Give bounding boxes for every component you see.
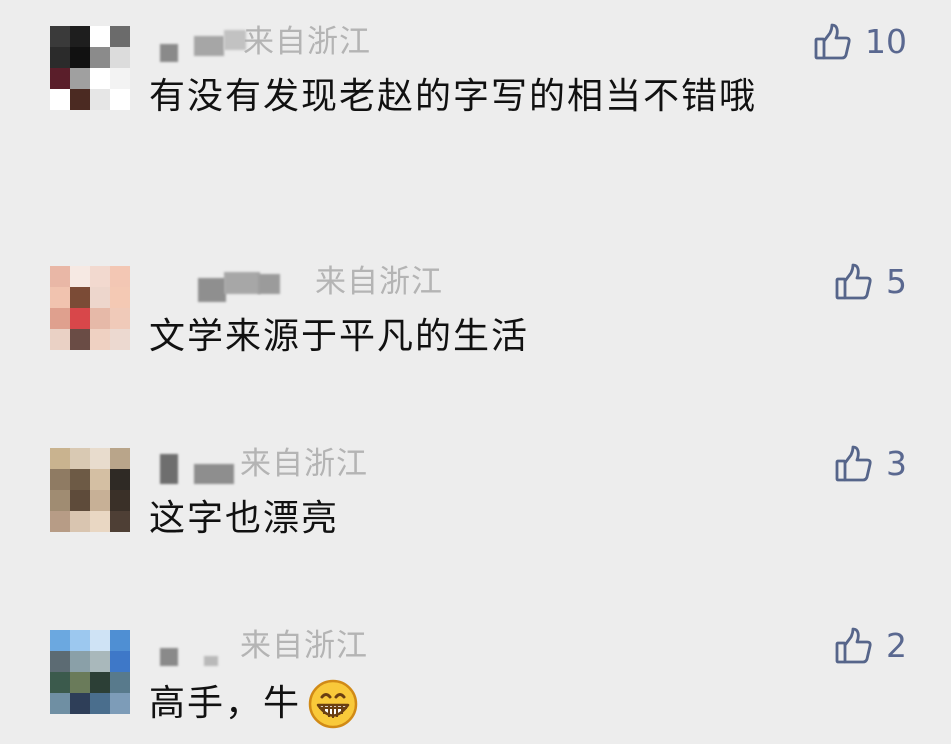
- avatar-pixel: [90, 89, 110, 110]
- avatar-pixel: [70, 329, 90, 350]
- avatar-pixel: [110, 47, 130, 68]
- comment-text-content: 这字也漂亮: [149, 498, 340, 539]
- thumbs-up-icon: [814, 23, 851, 60]
- avatar-pixel: [70, 266, 90, 287]
- avatar-pixel: [50, 266, 70, 287]
- avatar[interactable]: [50, 630, 130, 714]
- avatar-pixel: [110, 490, 130, 511]
- avatar-pixel: [90, 308, 110, 329]
- avatar-pixel: [70, 651, 90, 672]
- avatar-pixel: [50, 490, 70, 511]
- avatar-pixel: [110, 511, 130, 532]
- avatar-pixel: [110, 266, 130, 287]
- avatar-pixel: [50, 68, 70, 89]
- avatar-pixel: [90, 266, 110, 287]
- avatar-pixel: [70, 672, 90, 693]
- avatar-pixel: [70, 490, 90, 511]
- avatar-pixel: [90, 329, 110, 350]
- comment-text: 这字也漂亮: [149, 496, 339, 542]
- avatar-pixel: [50, 287, 70, 308]
- avatar-pixel: [90, 672, 110, 693]
- avatar-pixel: [110, 287, 130, 308]
- like-count: 3: [886, 444, 907, 483]
- avatar[interactable]: [50, 448, 130, 532]
- avatar-pixel: [90, 490, 110, 511]
- avatar-pixel: [110, 693, 130, 714]
- comment-text: 文学来源于平凡的生活: [149, 314, 529, 360]
- thumbs-up-icon: [835, 627, 872, 664]
- avatar-pixel: [90, 287, 110, 308]
- grinning-face-emoji-icon: [308, 679, 358, 729]
- location-label: 来自浙江: [243, 24, 371, 60]
- avatar-pixel: [110, 469, 130, 490]
- avatar-pixel: [90, 26, 110, 47]
- avatar-pixel: [90, 469, 110, 490]
- comment-text-content: 高手，牛: [149, 683, 302, 724]
- avatar-pixel: [110, 630, 130, 651]
- avatar-pixel: [110, 26, 130, 47]
- comment-text-content: 有没有发现老赵的字写的相当不错哦: [149, 76, 758, 117]
- avatar-pixel: [70, 448, 90, 469]
- like-button[interactable]: 2: [834, 626, 907, 666]
- avatar-pixel: [70, 630, 90, 651]
- like-button[interactable]: 10: [813, 22, 907, 62]
- like-count: 2: [886, 626, 907, 665]
- location-label: 来自浙江: [240, 628, 368, 664]
- avatar-pixel: [90, 68, 110, 89]
- avatar-pixel: [50, 47, 70, 68]
- avatar-pixel: [110, 89, 130, 110]
- avatar[interactable]: [50, 266, 130, 350]
- avatar-pixel: [110, 448, 130, 469]
- avatar-pixel: [110, 651, 130, 672]
- avatar-pixel: [50, 672, 70, 693]
- avatar-pixel: [50, 329, 70, 350]
- avatar-pixel: [70, 26, 90, 47]
- like-button[interactable]: 5: [834, 262, 907, 302]
- avatar-pixel: [110, 329, 130, 350]
- avatar-pixel: [90, 651, 110, 672]
- like-count: 5: [886, 262, 907, 301]
- avatar-pixel: [50, 511, 70, 532]
- comment-list: 来自浙江 10 有没有发现老赵的字写的相当不错哦 来自浙江 5 文学来源于平凡的…: [0, 0, 951, 744]
- comment-text-content: 文学来源于平凡的生活: [149, 316, 530, 357]
- like-button[interactable]: 3: [834, 444, 907, 484]
- avatar-pixel: [70, 308, 90, 329]
- avatar-pixel: [90, 630, 110, 651]
- avatar-pixel: [50, 308, 70, 329]
- avatar-pixel: [50, 89, 70, 110]
- avatar-pixel: [70, 469, 90, 490]
- avatar-pixel: [50, 693, 70, 714]
- avatar-pixel: [110, 672, 130, 693]
- avatar-pixel: [110, 308, 130, 329]
- avatar-pixel: [70, 47, 90, 68]
- avatar-pixel: [50, 651, 70, 672]
- avatar-pixel: [70, 287, 90, 308]
- avatar-pixel: [70, 89, 90, 110]
- thumbs-up-icon: [835, 263, 872, 300]
- thumbs-up-icon: [835, 445, 872, 482]
- avatar-pixel: [70, 68, 90, 89]
- avatar-pixel: [90, 47, 110, 68]
- avatar-pixel: [90, 448, 110, 469]
- avatar-pixel: [50, 469, 70, 490]
- comment-text: 高手，牛: [149, 678, 359, 730]
- avatar-pixel: [90, 693, 110, 714]
- avatar-pixel: [50, 448, 70, 469]
- avatar-pixel: [70, 511, 90, 532]
- avatar-pixel: [50, 630, 70, 651]
- avatar[interactable]: [50, 26, 130, 110]
- avatar-pixel: [90, 511, 110, 532]
- comment-text: 有没有发现老赵的字写的相当不错哦: [149, 74, 757, 120]
- like-count: 10: [865, 22, 907, 61]
- avatar-pixel: [50, 26, 70, 47]
- avatar-pixel: [70, 693, 90, 714]
- location-label: 来自浙江: [315, 264, 443, 300]
- location-label: 来自浙江: [240, 446, 368, 482]
- avatar-pixel: [110, 68, 130, 89]
